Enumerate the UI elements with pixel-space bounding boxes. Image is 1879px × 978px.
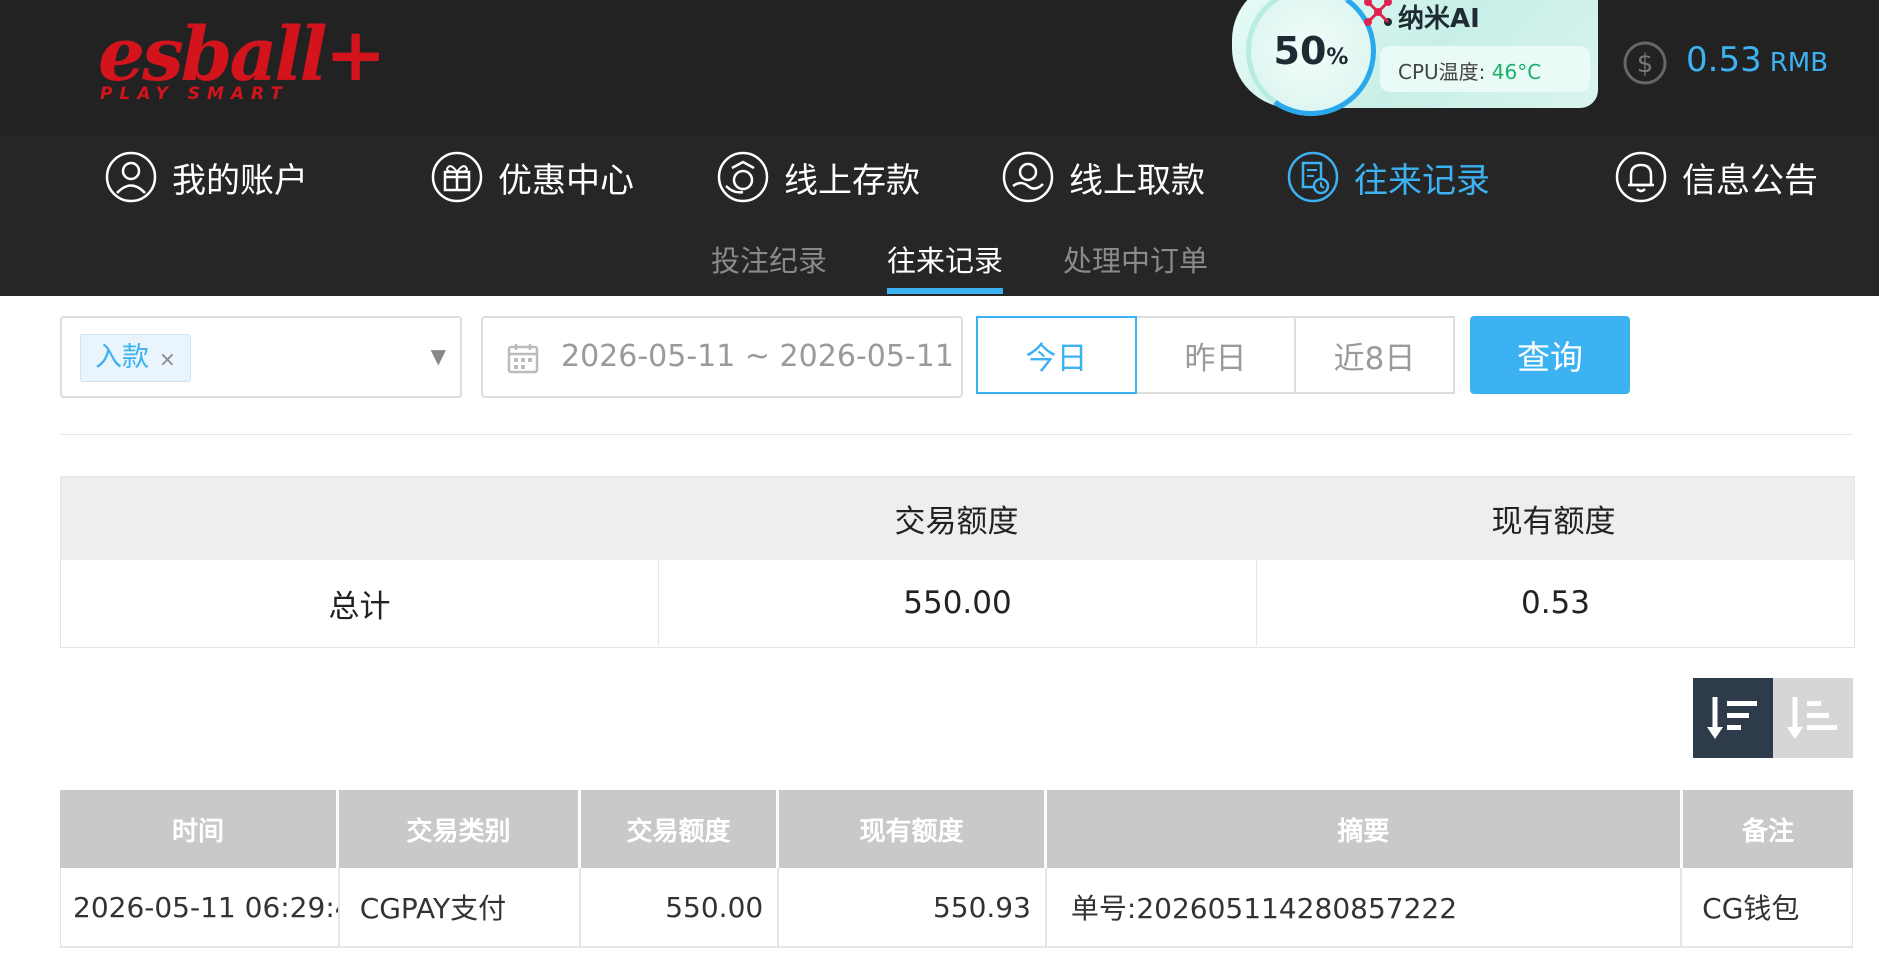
query-button[interactable]: 查询 [1470, 316, 1630, 394]
ai-name: 纳米AI [1398, 4, 1480, 34]
range-yesterday-button[interactable]: 昨日 [1135, 316, 1296, 394]
col-summary: 摘要 [1047, 790, 1683, 868]
esball-logo[interactable]: esball+ PLAY SMART [98, 10, 387, 110]
sort-toggle-group [1693, 678, 1853, 758]
withdraw-icon [1002, 151, 1054, 203]
range-last8days-button[interactable]: 近8日 [1294, 316, 1455, 394]
deposit-icon [717, 151, 769, 203]
dollar-coin-icon: $ [1623, 41, 1667, 85]
quick-range-group: 今日 昨日 近8日 [976, 316, 1455, 394]
summary-row: 总计 550.00 0.53 [61, 560, 1854, 646]
nav-transaction-records[interactable]: 往来记录 [1286, 150, 1490, 204]
col-note: 备注 [1741, 816, 1794, 847]
col-type: 交易类别 [339, 790, 581, 868]
subnav-pending-orders[interactable]: 处理中订单 [1063, 238, 1208, 294]
top-bar: esball+ PLAY SMART 50% 纳米AI CPU温度: 46°C … [0, 0, 1879, 136]
bell-icon [1615, 151, 1667, 203]
transaction-type-select[interactable]: 入款 × ▼ [60, 316, 462, 398]
sub-nav: 投注纪录 往来记录 处理中订单 [0, 218, 1879, 296]
sort-desc-button[interactable] [1693, 678, 1773, 758]
gift-icon [431, 151, 483, 203]
account-balance: 0.53 RMB [1686, 40, 1829, 80]
dropdown-caret-icon: ▼ [430, 344, 446, 368]
logo-tagline: PLAY SMART [100, 84, 289, 104]
date-range-picker[interactable]: 2026-05-11 ~ 2026-05-11 [481, 316, 963, 398]
svg-text:$: $ [1637, 49, 1654, 79]
divider [60, 434, 1853, 435]
calendar-icon [507, 344, 539, 374]
user-icon [105, 151, 157, 203]
cell-summary: 单号:202605114280857222 [1047, 868, 1683, 946]
summary-table: 交易额度 现有额度 总计 550.00 0.53 [60, 476, 1855, 648]
summary-current-balance: 0.53 [1256, 560, 1854, 646]
range-today-button[interactable]: 今日 [976, 316, 1137, 394]
date-range-text: 2026-05-11 ~ 2026-05-11 [561, 339, 954, 374]
ai-progress-ring: 50% [1235, 0, 1387, 127]
records-table: 时间 交易类别 交易额度 现有额度 摘要 备注 2026-05-11 06:29… [60, 790, 1853, 948]
sort-asc-icon [1787, 697, 1837, 739]
nav-my-account[interactable]: 我的账户 [104, 150, 308, 204]
tag-remove-icon[interactable]: × [159, 347, 176, 371]
nav-online-deposit[interactable]: 线上存款 [716, 150, 920, 204]
nav-online-withdraw[interactable]: 线上取款 [1001, 150, 1205, 204]
records-header: 时间 交易类别 交易额度 现有额度 摘要 备注 [60, 790, 1853, 868]
main-nav: 我的账户 优惠中心 线上存款 线上取款 往来记录 信息公告 [0, 136, 1879, 219]
col-amount: 交易额度 [581, 790, 779, 868]
type-tag: 入款 × [80, 334, 191, 382]
summary-header: 交易额度 现有额度 [61, 477, 1854, 560]
records-icon [1287, 151, 1339, 203]
cell-balance: 550.93 [779, 868, 1047, 946]
nav-promotions[interactable]: 优惠中心 [430, 150, 634, 204]
ai-widget[interactable]: 50% 纳米AI CPU温度: 46°C [1232, 0, 1598, 127]
cell-time: 2026-05-11 06:29:45 [61, 868, 340, 946]
cell-note: CG钱包 [1702, 892, 1800, 925]
subnav-bet-records[interactable]: 投注纪录 [711, 238, 827, 294]
summary-transaction-amount: 550.00 [658, 560, 1256, 646]
cell-amount: 550.00 [581, 868, 780, 946]
sort-asc-button[interactable] [1773, 678, 1853, 758]
table-row: 2026-05-11 06:29:45 CGPAY支付 550.00 550.9… [60, 868, 1853, 948]
summary-total-label: 总计 [328, 588, 391, 625]
nav-announcements[interactable]: 信息公告 [1614, 150, 1818, 204]
cell-type: CGPAY支付 [340, 868, 582, 946]
ai-percent: 50% [1273, 29, 1349, 73]
nano-ai-icon [1364, 0, 1392, 26]
cpu-temp: CPU温度: 46°C [1398, 60, 1542, 84]
col-balance: 现有额度 [779, 790, 1047, 868]
subnav-transaction-records[interactable]: 往来记录 [887, 238, 1004, 294]
sort-desc-icon [1707, 697, 1757, 739]
col-time: 时间 [60, 790, 339, 868]
